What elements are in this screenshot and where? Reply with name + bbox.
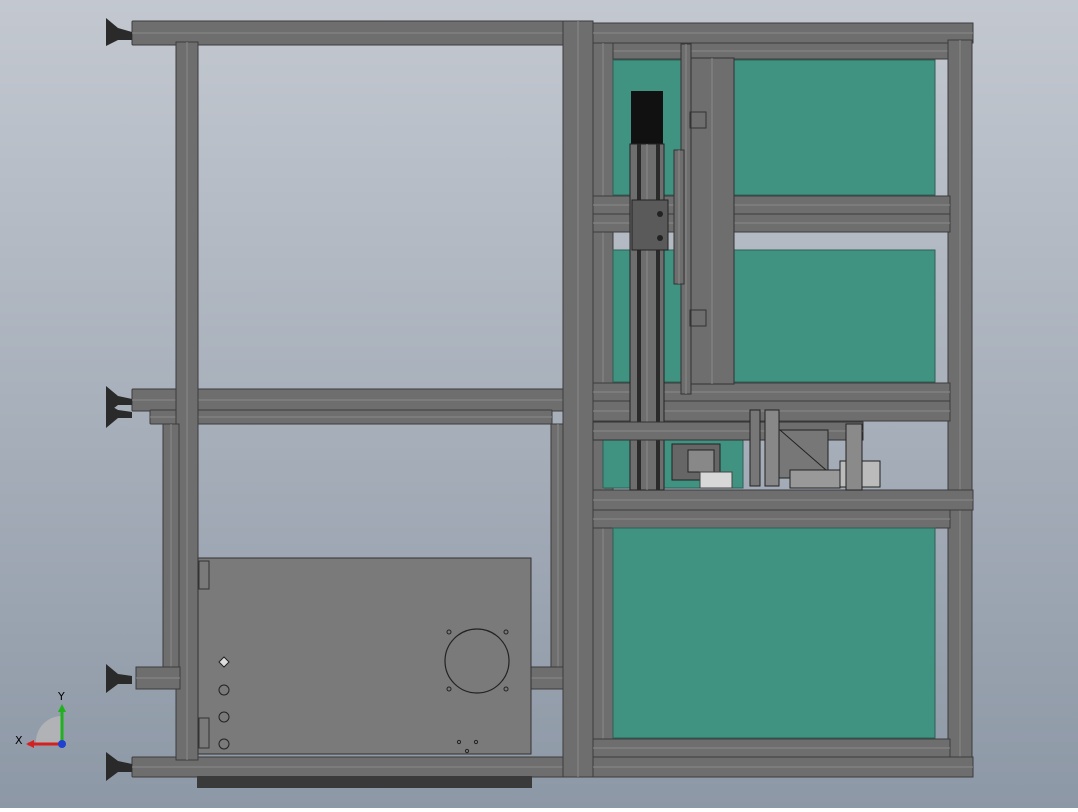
cabinet-body bbox=[197, 557, 532, 755]
electrical-cabinet bbox=[197, 557, 532, 788]
x-axis-label: X bbox=[15, 734, 23, 747]
leveling-feet bbox=[106, 18, 132, 781]
foot-middle-lower bbox=[106, 403, 132, 428]
graphics-viewport[interactable]: X Y bbox=[0, 0, 1078, 808]
foot-top bbox=[106, 18, 132, 46]
actuator-carriage bbox=[631, 199, 669, 251]
cad-assembly-model[interactable] bbox=[0, 0, 1078, 808]
foot-lower bbox=[106, 664, 132, 693]
slider-block bbox=[789, 469, 841, 489]
cylinder-left bbox=[749, 409, 761, 487]
cylinder-right bbox=[764, 409, 780, 487]
vertical-magazine bbox=[673, 43, 735, 395]
panel-bottom bbox=[612, 527, 936, 739]
y-axis-label: Y bbox=[57, 690, 65, 703]
coordinate-triad: X Y bbox=[15, 690, 66, 748]
foot-bottom bbox=[106, 752, 132, 781]
cabinet-base bbox=[197, 776, 532, 788]
stepper-motor bbox=[631, 91, 663, 145]
